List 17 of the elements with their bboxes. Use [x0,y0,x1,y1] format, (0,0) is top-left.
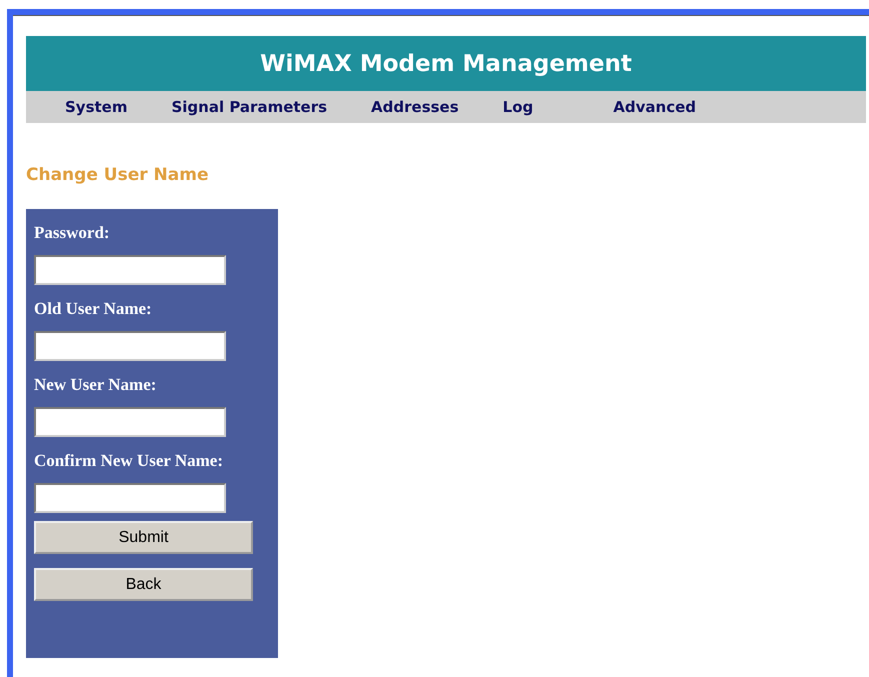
nav-link[interactable]: System [65,98,128,116]
field-label: Password: [34,223,110,243]
nav-link[interactable]: Signal Parameters [171,98,328,116]
field-label: New User Name: [34,375,156,395]
back-button[interactable]: Back [34,568,253,601]
input-field[interactable] [34,255,226,285]
field-label: Old User Name: [34,299,152,319]
nav-link[interactable]: Log [502,98,534,116]
nav-link[interactable]: Addresses [371,98,459,116]
submit-button[interactable]: Submit [34,521,253,554]
input-field[interactable] [34,331,226,361]
input-field[interactable] [34,483,226,513]
nav-link[interactable]: Advanced [613,98,696,116]
input-field[interactable] [34,407,226,437]
header-title: WiMAX Modem Management [260,50,632,76]
field-label: Confirm New User Name: [34,451,223,471]
page-title: Change User Name [26,165,210,185]
